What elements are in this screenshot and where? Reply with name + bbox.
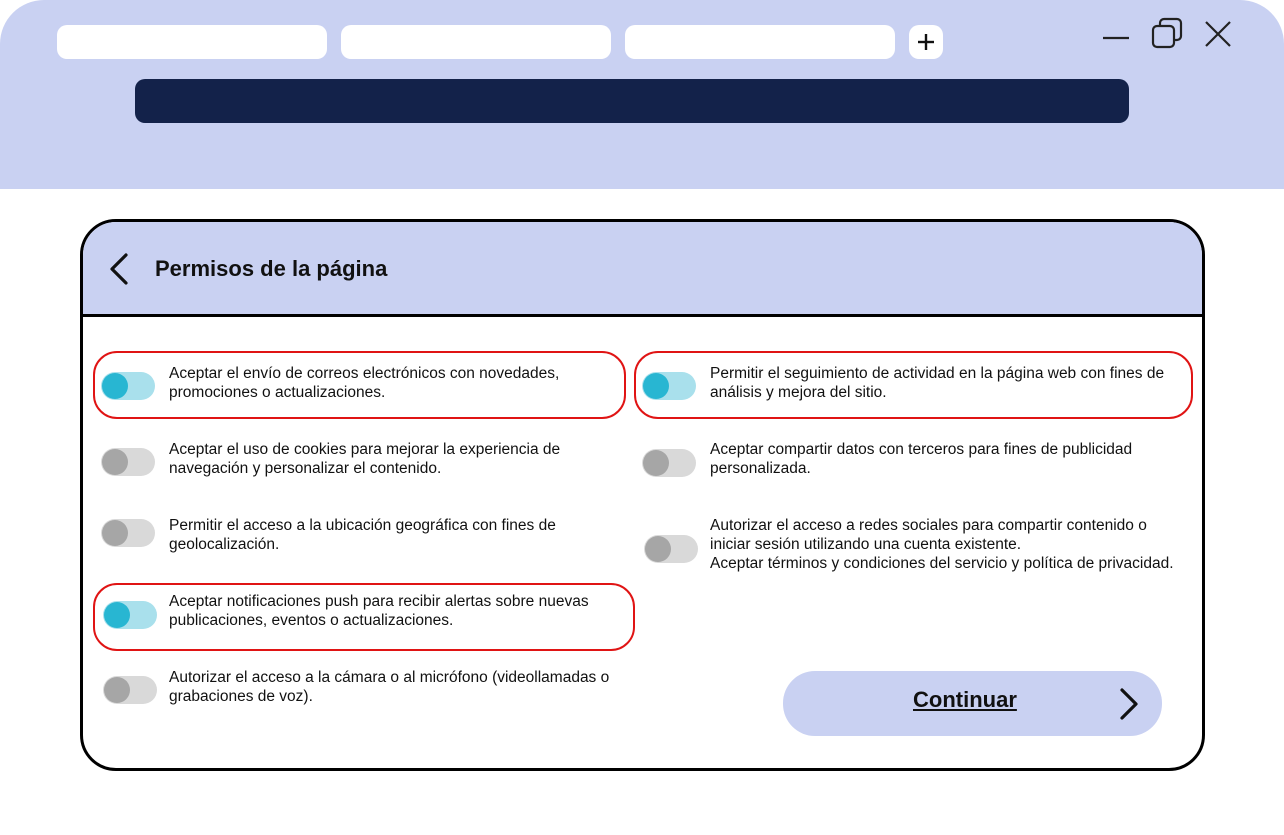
address-bar[interactable] — [135, 79, 1129, 123]
continue-label: Continuar — [913, 687, 1017, 712]
permission-toggle[interactable] — [103, 601, 157, 629]
toggle-knob — [102, 449, 128, 475]
dialog-header: Permisos de la página — [83, 222, 1202, 317]
permission-item: Aceptar compartir datos con terceros par… — [642, 440, 1182, 478]
back-button[interactable] — [103, 252, 135, 286]
toggle-knob — [643, 450, 669, 476]
permission-toggle[interactable] — [103, 676, 157, 704]
minimize-button[interactable] — [1096, 14, 1136, 54]
permission-item: Autorizar el acceso a redes sociales par… — [642, 516, 1187, 573]
dialog-title: Permisos de la página — [155, 256, 388, 281]
close-window-button[interactable] — [1198, 14, 1238, 54]
browser-tab-3[interactable] — [625, 25, 895, 59]
permission-item: Aceptar el uso de cookies para mejorar l… — [101, 440, 631, 478]
permission-toggle[interactable] — [642, 372, 696, 400]
browser-tab-2[interactable] — [341, 25, 611, 59]
permission-item: Aceptar el envío de correos electrónicos… — [101, 364, 631, 402]
continue-arrow — [1113, 687, 1145, 721]
toggle-knob — [643, 373, 669, 399]
permission-toggle[interactable] — [101, 448, 155, 476]
browser-chrome — [0, 0, 1284, 189]
permission-label: Aceptar compartir datos con terceros par… — [710, 441, 1133, 477]
toggle-knob — [102, 373, 128, 399]
plus-icon — [918, 34, 934, 50]
permission-toggle[interactable] — [101, 519, 155, 547]
permission-toggle[interactable] — [101, 372, 155, 400]
restore-icon — [1151, 17, 1183, 49]
permission-label: Aceptar el envío de correos electrónicos… — [169, 365, 560, 401]
permission-toggle[interactable] — [644, 535, 698, 563]
permission-item: Autorizar el acceso a la cámara o al mic… — [101, 668, 641, 706]
permission-label: Autorizar el acceso a la cámara o al mic… — [169, 669, 610, 705]
close-icon — [1205, 21, 1231, 47]
permission-label: Permitir el acceso a la ubicación geográ… — [169, 517, 556, 553]
continue-button[interactable]: Continuar — [783, 671, 1162, 736]
permission-label: Permitir el seguimiento de actividad en … — [710, 365, 1165, 401]
permission-label: Aceptar notificaciones push para recibir… — [169, 593, 589, 629]
permissions-dialog: Permisos de la página Aceptar el envío d… — [80, 219, 1205, 771]
permission-label: Aceptar el uso de cookies para mejorar l… — [169, 441, 561, 477]
chevron-left-icon — [110, 253, 128, 285]
toggle-knob — [102, 520, 128, 546]
permission-item: Permitir el seguimiento de actividad en … — [642, 364, 1182, 402]
minimize-icon — [1103, 36, 1129, 40]
browser-tab-1[interactable] — [57, 25, 327, 59]
chevron-right-icon — [1120, 688, 1138, 720]
permission-item: Permitir el acceso a la ubicación geográ… — [101, 516, 631, 554]
restore-button[interactable] — [1147, 14, 1187, 54]
toggle-knob — [104, 602, 130, 628]
permission-item: Aceptar notificaciones push para recibir… — [101, 592, 641, 630]
toggle-knob — [645, 536, 671, 562]
new-tab-button[interactable] — [909, 25, 943, 59]
toggle-knob — [104, 677, 130, 703]
permission-label: Autorizar el acceso a redes sociales par… — [710, 517, 1174, 572]
permission-toggle[interactable] — [642, 449, 696, 477]
